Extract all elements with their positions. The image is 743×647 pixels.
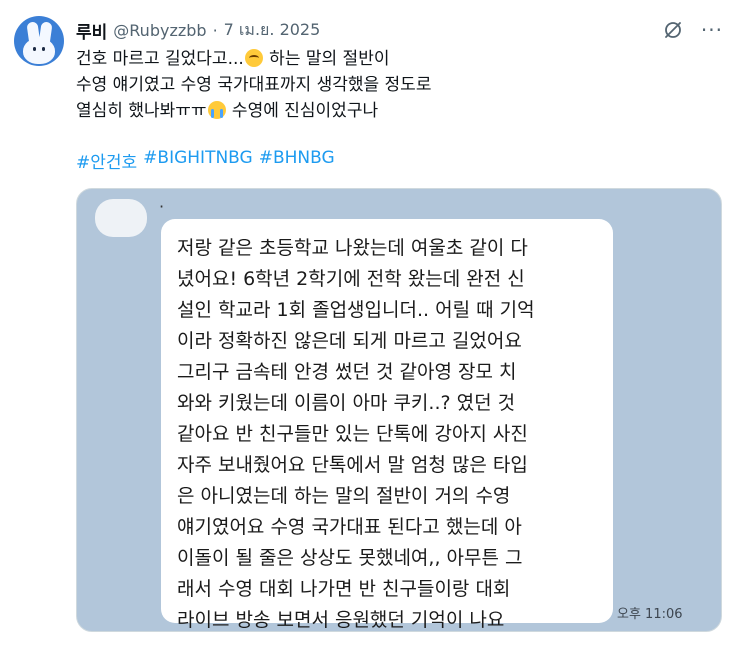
bunny-eye-right — [42, 47, 45, 51]
user-handle[interactable]: @Rubyzzbb — [113, 21, 206, 40]
tweet: 루비 @Rubyzzbb · 7 เม.ย. 2025 ··· 건호 마르고 길… — [0, 0, 743, 647]
hashtag-link[interactable]: #안건호 — [76, 148, 137, 173]
bunny-face — [23, 38, 55, 64]
hashtag-link[interactable]: #BIGHITNBG — [143, 148, 253, 173]
message-line: 이라 정확하진 않은데 되게 마르고 길었어요 — [177, 330, 522, 352]
bunny-eye-left — [33, 47, 36, 51]
attached-image[interactable]: · 저랑 같은 초등학교 나왔는데 여울초 같이 다 녔어요! 6학년 2학기에… — [76, 188, 722, 632]
message-line: 같아요 반 친구들만 있는 단톡에 강아지 사진 — [177, 423, 528, 445]
message-timestamp: 오후 11:06 — [617, 607, 683, 622]
tweet-header: 루비 @Rubyzzbb · 7 เม.ย. 2025 — [76, 18, 321, 43]
message-line: 얘기였어요 수영 국가대표 된다고 했는데 아 — [177, 516, 522, 538]
message-line: 은 아니였는데 하는 말의 절반이 거의 수영 — [177, 485, 511, 507]
pleading-face-emoji — [244, 49, 263, 67]
message-line: 래서 수영 대회 나가면 반 친구들이랑 대회 — [177, 578, 511, 600]
display-name[interactable]: 루비 — [76, 18, 107, 43]
message-line: 그리구 금속테 안경 썼던 것 같아영 장모 치 — [177, 361, 517, 383]
hashtags: #안건호 #BIGHITNBG #BHNBG — [76, 148, 335, 173]
avatar[interactable] — [14, 16, 64, 66]
chat-sender-bullet: · — [159, 197, 165, 216]
tweet-line: 열심히 했나봐ㅠㅠ 수영에 진심이었구나 — [76, 101, 379, 121]
grok-icon[interactable] — [663, 20, 683, 40]
tweet-line: 수영 얘기였고 수영 국가대표까지 생각했을 정도로 — [76, 75, 432, 95]
message-line: 저랑 같은 초등학교 나왔는데 여울초 같이 다 — [177, 237, 528, 259]
chat-profile-picture — [95, 199, 147, 237]
crying-face-emoji — [207, 101, 226, 119]
more-icon[interactable]: ··· — [701, 20, 723, 40]
tweet-line: 건호 마르고 길었다고... 하는 말의 절반이 — [76, 49, 390, 69]
message-line: 녔어요! 6학년 2학기에 전학 왔는데 완전 신 — [177, 268, 525, 290]
message-line: 이돌이 될 줄은 상상도 못했네여,, 아무튼 그 — [177, 547, 523, 569]
chat-message-bubble: 저랑 같은 초등학교 나왔는데 여울초 같이 다 녔어요! 6학년 2학기에 전… — [161, 219, 613, 631]
message-line: 라이브 방송 보면서 응원했던 기억이 나요 — [177, 609, 505, 631]
separator-dot: · — [212, 20, 218, 40]
message-line: 설인 학교라 1회 졸업생입니더.. 어릴 때 기억 — [177, 299, 535, 321]
message-line: 와와 키웠는데 이름이 아마 쿠키..? 였던 것 — [177, 392, 516, 414]
message-line: 자주 보내줬어요 단톡에서 말 엄청 많은 타입 — [177, 454, 528, 476]
hashtag-link[interactable]: #BHNBG — [259, 148, 335, 173]
tweet-text: 건호 마르고 길었다고... 하는 말의 절반이 수영 얘기였고 수영 국가대표… — [76, 46, 716, 124]
post-date[interactable]: 7 เม.ย. 2025 — [224, 18, 321, 43]
header-actions: ··· — [663, 20, 723, 40]
